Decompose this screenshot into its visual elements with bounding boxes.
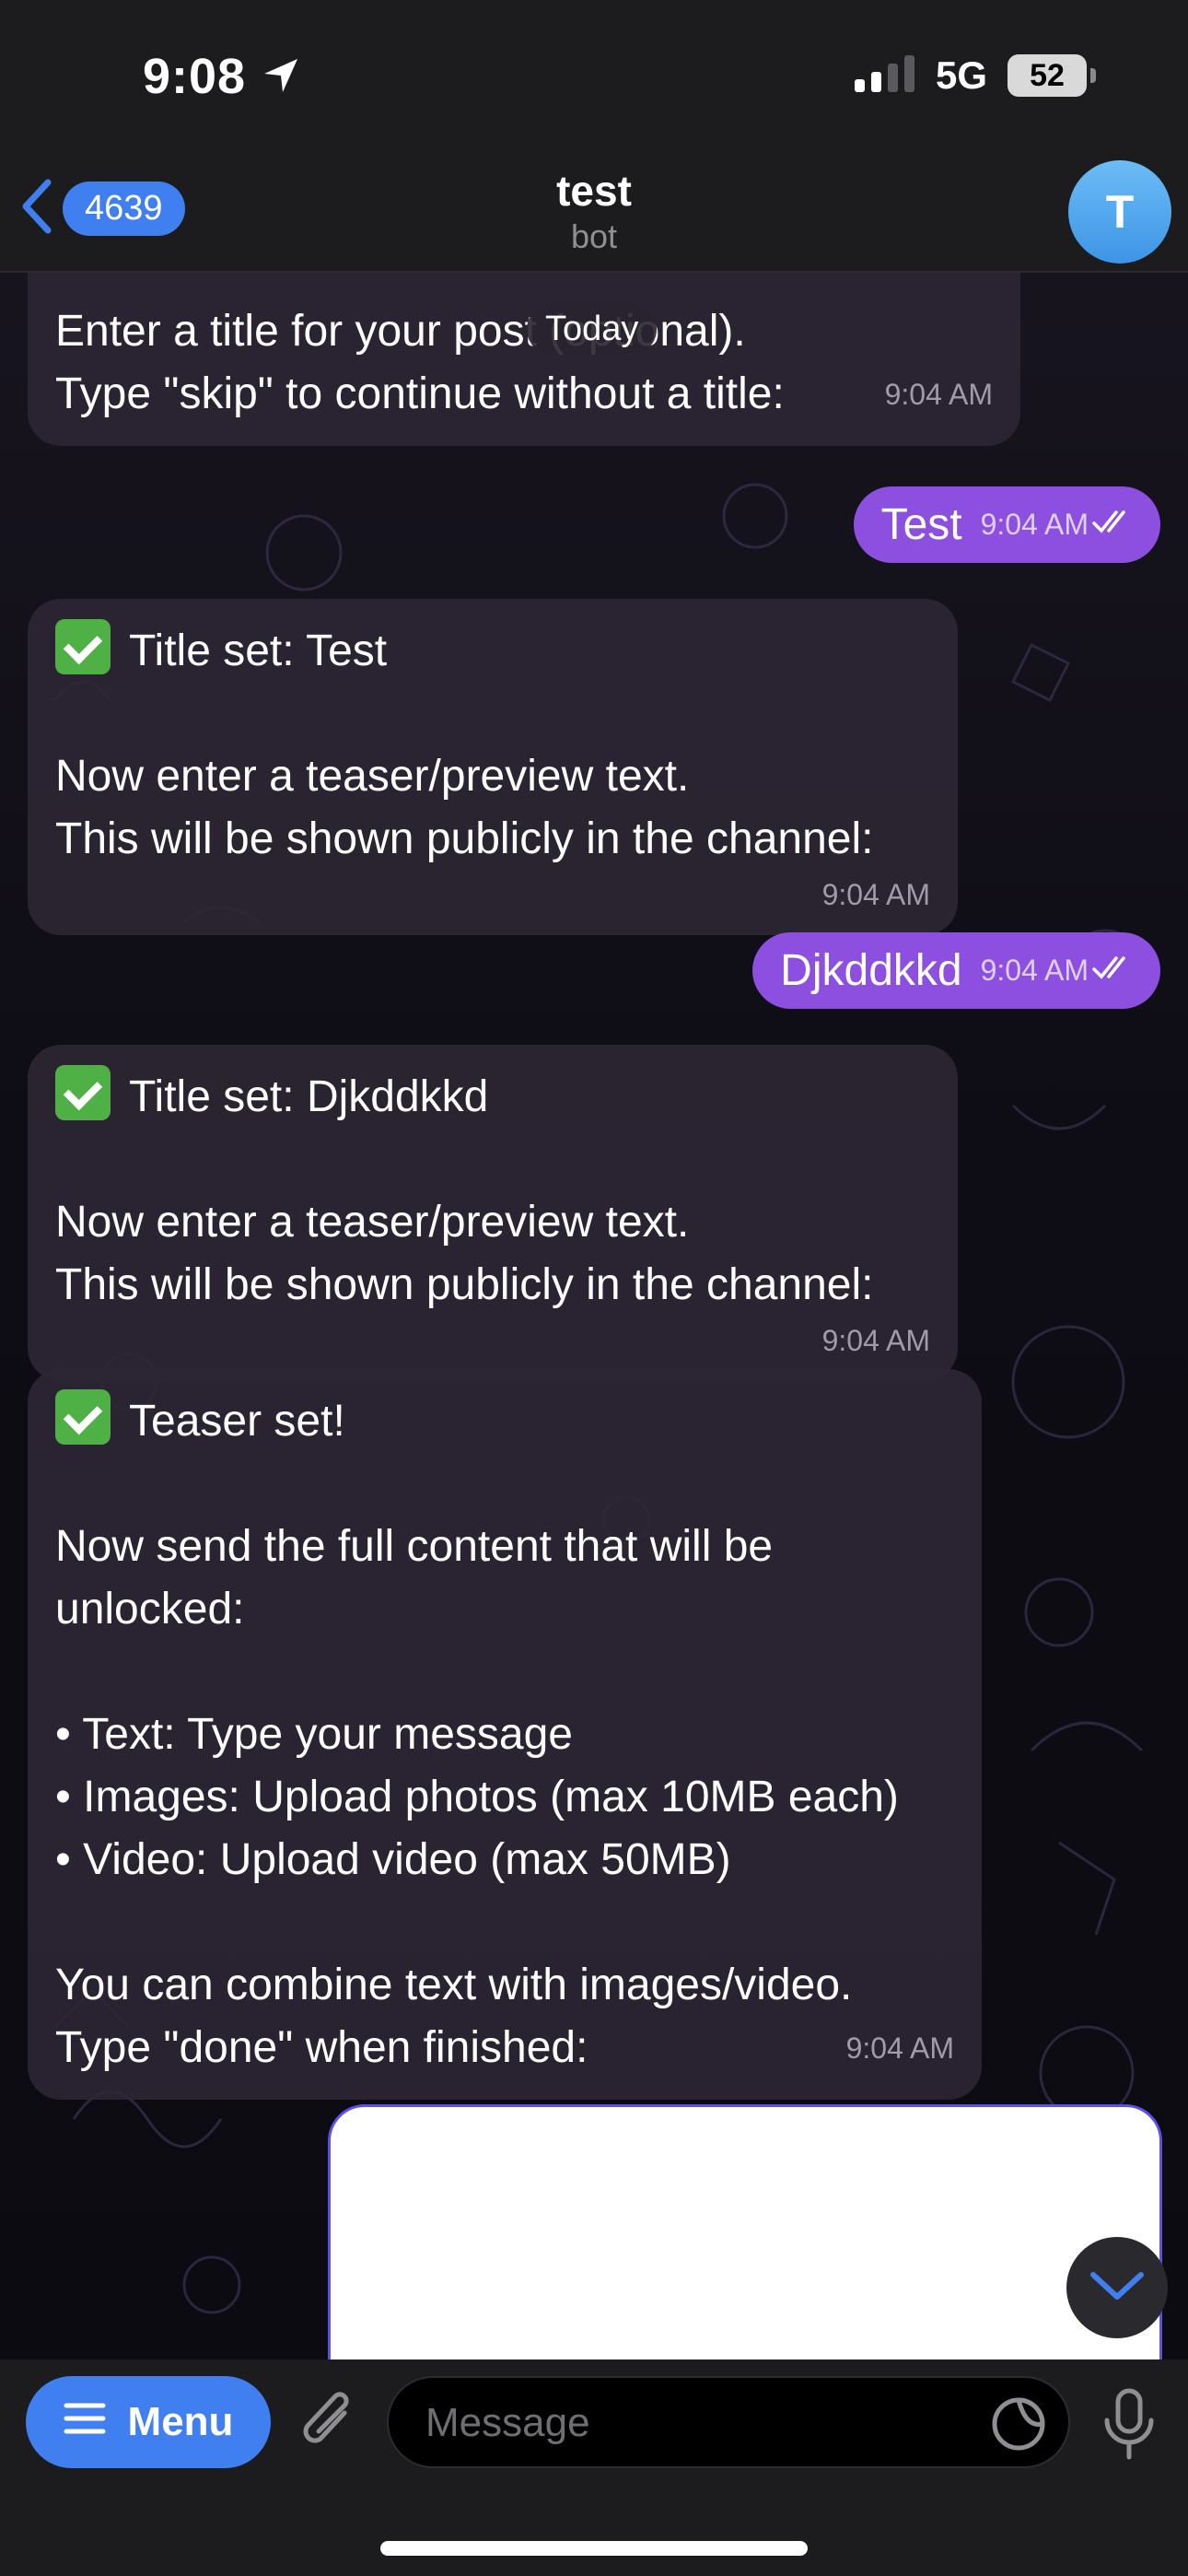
network-label: 5G — [935, 53, 987, 97]
home-indicator — [380, 2541, 808, 2556]
incoming-message[interactable]: Title set: Djkddkkd Now enter a teaser/p… — [28, 1045, 958, 1381]
message-line — [55, 683, 930, 745]
message-time-status: 9:04 AM — [981, 508, 1133, 542]
incoming-message[interactable]: Title set: Test Now enter a teaser/previ… — [28, 599, 958, 935]
message-line: Now enter a teaser/preview text. — [55, 1198, 690, 1247]
message-line: • Video: Upload video (max 50MB) — [55, 1835, 731, 1884]
message-line: This will be shown publicly in the chann… — [55, 1260, 874, 1309]
message-line: Title set: Djkddkkd — [129, 1072, 489, 1121]
double-check-icon — [1092, 508, 1133, 542]
message-text: Djkddkkd — [780, 946, 962, 995]
message-line: Teaser set! — [129, 1397, 345, 1446]
message-time: 9:04 AM — [845, 2032, 954, 2065]
message-time: 9:04 AM — [980, 508, 1089, 541]
message-line — [55, 1129, 930, 1191]
message-time-status: 9:04 AM — [981, 954, 1133, 988]
message-line — [55, 1453, 954, 1516]
message-line: Type "done" when finished: — [55, 2023, 588, 2072]
message-list[interactable]: Enter a title for your post (optional). … — [0, 273, 1188, 2359]
outgoing-message[interactable]: Test 9:04 AM — [853, 486, 1160, 563]
message-line: This will be shown publicly in the chann… — [55, 814, 874, 863]
check-mark-emoji-icon — [55, 619, 111, 674]
status-bar: 9:08 5G 52 — [0, 0, 1188, 157]
chat-title[interactable]: test — [0, 166, 1188, 216]
chat-header: 4639 test bot T — [0, 157, 1188, 273]
message-line: Now enter a teaser/preview text. — [55, 752, 690, 801]
menu-label: Menu — [127, 2399, 234, 2444]
message-line: Enter a title for your post (optional). — [55, 307, 746, 356]
menu-button[interactable]: Menu — [26, 2376, 271, 2468]
paperclip-icon[interactable] — [297, 2385, 361, 2464]
message-line: You can combine text with images/video. — [55, 1961, 853, 2009]
message-time: 9:04 AM — [980, 954, 1089, 987]
hamburger-icon — [64, 2399, 106, 2445]
battery-indicator: 52 — [1007, 54, 1096, 97]
date-separator: Today — [527, 304, 658, 355]
chat-subtitle: bot — [570, 217, 618, 255]
status-indicators: 5G 52 — [854, 53, 1096, 98]
message-line: Now send the full content that will be — [55, 1522, 774, 1571]
message-line: • Text: Type your message — [55, 1710, 573, 1759]
message-line — [55, 1641, 954, 1704]
avatar[interactable]: T — [1068, 160, 1171, 263]
microphone-icon[interactable] — [1101, 2387, 1157, 2465]
outgoing-message[interactable]: Djkddkkd 9:04 AM — [752, 932, 1160, 1009]
check-mark-emoji-icon — [55, 1065, 111, 1120]
message-line — [55, 1891, 954, 1954]
sticker-icon[interactable] — [989, 2395, 1048, 2458]
message-text: Test — [880, 500, 962, 549]
composer-bar: Menu — [0, 2359, 1188, 2576]
incoming-message[interactable]: Teaser set! Now send the full content th… — [28, 1369, 982, 2100]
message-field[interactable] — [387, 2376, 1070, 2468]
message-time: 9:04 AM — [821, 1324, 930, 1357]
check-mark-emoji-icon — [55, 1389, 111, 1445]
scroll-to-bottom-button[interactable] — [1066, 2237, 1168, 2338]
message-line: • Images: Upload photos (max 10MB each) — [55, 1773, 899, 1821]
chevron-down-icon — [1088, 2267, 1147, 2309]
location-arrow-icon — [261, 55, 301, 100]
media-message-placeholder[interactable] — [328, 2104, 1162, 2359]
message-time: 9:04 AM — [821, 878, 930, 911]
double-check-icon — [1092, 954, 1133, 988]
message-time: 9:04 AM — [884, 378, 993, 411]
message-line: Title set: Test — [129, 626, 388, 675]
message-line: unlocked: — [55, 1585, 245, 1633]
status-time: 9:08 — [143, 49, 247, 104]
incoming-message[interactable]: Enter a title for your post (optional). … — [28, 273, 1020, 446]
message-line: Type "skip" to continue without a title: — [55, 369, 785, 418]
message-input[interactable] — [425, 2395, 978, 2452]
signal-icon — [854, 54, 915, 97]
